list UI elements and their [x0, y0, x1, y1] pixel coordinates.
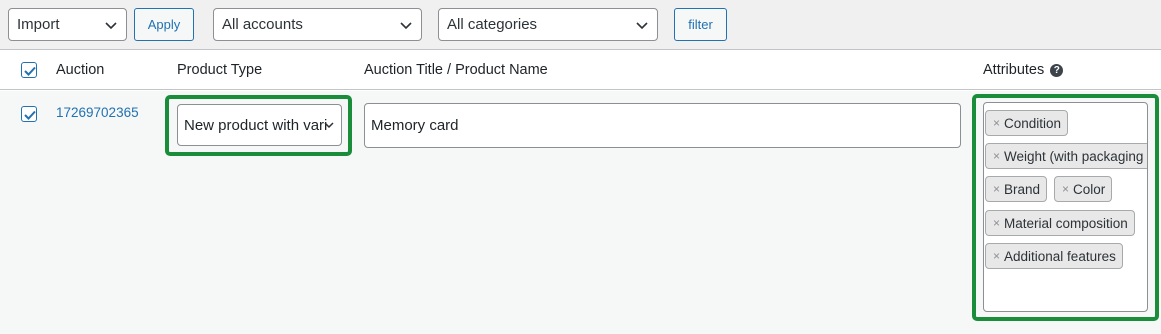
row-checkbox[interactable]	[21, 106, 37, 122]
remove-icon[interactable]: ×	[993, 116, 1000, 130]
header-product-type: Product Type	[177, 62, 263, 78]
categories-filter-value: All categories	[447, 16, 538, 33]
bulk-action-select[interactable]: Import	[8, 8, 127, 41]
apply-button[interactable]: Apply	[134, 8, 194, 41]
accounts-filter-select[interactable]: All accounts	[213, 8, 422, 41]
attributes-multiselect[interactable]: × Condition × Weight (with packaging × Bran…	[983, 102, 1148, 312]
header-attributes-label: Attributes	[983, 62, 1045, 78]
select-all-checkbox[interactable]	[21, 62, 37, 78]
product-type-select[interactable]: New product with vari	[177, 104, 342, 146]
attribute-tag[interactable]: × Additional features	[985, 243, 1123, 269]
attribute-tag[interactable]: × Brand	[985, 176, 1048, 202]
categories-filter-select[interactable]: All categories	[438, 8, 658, 41]
attribute-tag[interactable]: × Condition	[985, 110, 1069, 136]
table-row: 17269702365 New product with vari Memory…	[0, 91, 1161, 334]
accounts-filter-value: All accounts	[222, 16, 303, 33]
attribute-tag[interactable]: × Weight (with packaging	[985, 143, 1147, 169]
chevron-down-icon	[105, 21, 117, 29]
bulk-action-value: Import	[17, 16, 60, 33]
attribute-tag[interactable]: × Color	[1054, 176, 1113, 202]
header-auction[interactable]: Auction	[56, 62, 104, 78]
remove-icon[interactable]: ×	[993, 182, 1000, 196]
auction-title-input[interactable]: Memory card	[364, 103, 961, 148]
auctions-table: Auction Product Type Auction Title / Pro…	[0, 49, 1161, 334]
help-icon[interactable]: ?	[1050, 63, 1064, 77]
chevron-down-icon	[400, 21, 412, 29]
table-header: Auction Product Type Auction Title / Pro…	[0, 50, 1161, 90]
remove-icon[interactable]: ×	[1062, 182, 1069, 196]
header-title: Auction Title / Product Name	[364, 62, 548, 78]
remove-icon[interactable]: ×	[993, 249, 1000, 263]
remove-icon[interactable]: ×	[993, 149, 1000, 163]
auction-title-value: Memory card	[371, 117, 459, 134]
attribute-tag[interactable]: × Material composition	[985, 210, 1135, 236]
header-attributes: Attributes?	[983, 62, 1064, 78]
chevron-down-icon	[324, 122, 334, 129]
remove-icon[interactable]: ×	[993, 216, 1000, 230]
checkmark-icon	[24, 110, 36, 120]
chevron-down-icon	[636, 21, 648, 29]
auction-id-link[interactable]: 17269702365	[56, 105, 139, 120]
checkmark-icon	[24, 66, 36, 76]
product-type-value: New product with vari	[184, 116, 328, 134]
filter-button[interactable]: filter	[674, 8, 727, 41]
